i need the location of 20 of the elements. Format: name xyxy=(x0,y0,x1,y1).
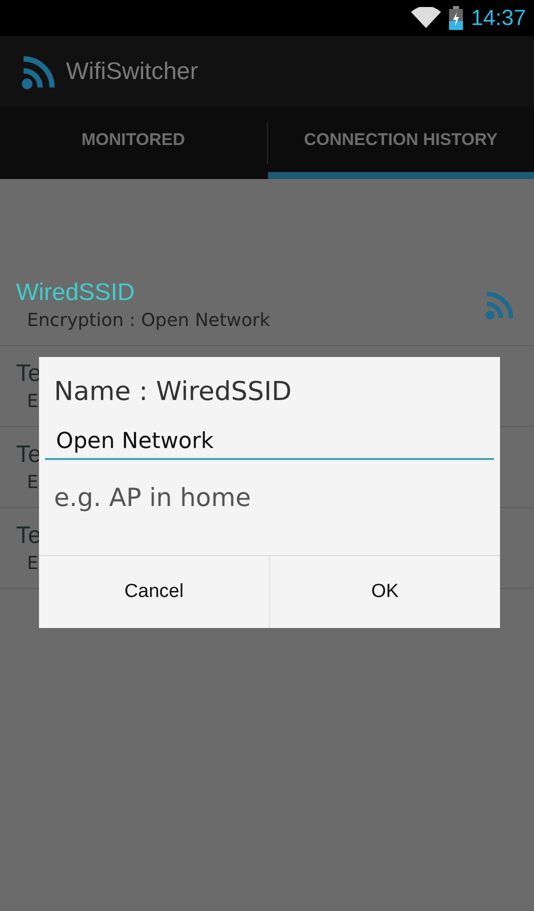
network-encryption: E xyxy=(26,553,38,574)
wifi-signal-icon xyxy=(410,7,441,29)
dialog-button[interactable]: Cancel xyxy=(39,556,269,628)
tab[interactable]: CONNECTION HISTORY xyxy=(268,107,534,179)
battery-icon xyxy=(448,6,463,30)
network-name: WiredSSID xyxy=(16,279,135,307)
network-encryption: E xyxy=(26,472,38,493)
network-name: Te xyxy=(16,360,42,388)
network-name: Te xyxy=(16,522,42,550)
wifi-signal-icon xyxy=(484,289,516,321)
dialog-button[interactable]: OK xyxy=(269,556,500,628)
dialog-title: Name : WiredSSID xyxy=(53,376,293,409)
name-field[interactable]: Open Network xyxy=(45,423,494,460)
network-encryption: Encryption : Open Network xyxy=(26,310,270,331)
tab[interactable]: MONITORED xyxy=(0,107,266,179)
description-field[interactable]: e.g. AP in home xyxy=(45,480,494,514)
network-name: Te xyxy=(16,441,42,469)
clock-time: 14:37 xyxy=(470,5,526,31)
network-encryption: E xyxy=(26,391,38,412)
app-title: WifiSwitcher xyxy=(66,58,198,86)
